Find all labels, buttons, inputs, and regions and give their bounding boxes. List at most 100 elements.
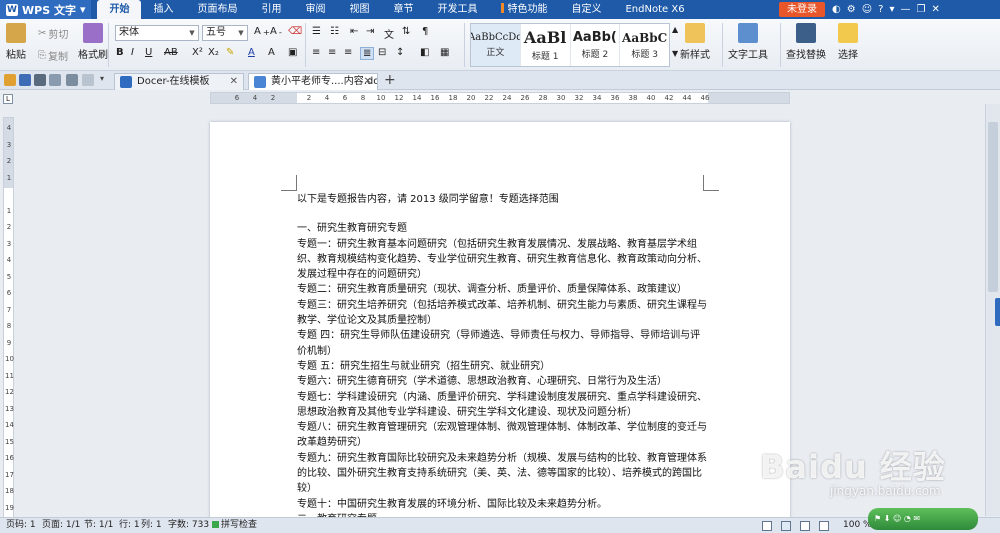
style-normal[interactable]: AaBbCcDd 正文 [471, 24, 521, 66]
web-view-icon[interactable] [819, 521, 829, 531]
justify-icon[interactable]: ≣ [360, 47, 375, 60]
restore-icon[interactable]: ❐ [916, 4, 925, 15]
open-folder-icon[interactable] [4, 74, 16, 86]
document-page[interactable]: 以下是专题报告内容，请 2013 级同学留意！专题选择范围 一、研究生教育研究专题… [210, 122, 790, 522]
paragraph[interactable]: 专题三：研究生培养研究（包括培养模式改革、培养机制、研究生能力与素质、研究生课程… [297, 298, 707, 329]
menu-tab[interactable]: 章节 [381, 0, 425, 19]
minimize-icon[interactable]: — [900, 4, 910, 15]
format-painter-button[interactable]: 格式刷 [78, 23, 108, 61]
fullscreen-icon[interactable] [762, 521, 772, 531]
paragraph[interactable]: 以下是专题报告内容，请 2013 级同学留意！专题选择范围 [297, 192, 707, 207]
scroll-thumb[interactable] [988, 122, 998, 292]
paragraph[interactable]: 专题二：研究生教育质量研究（现状、调查分析、质量评价、质量保障体系、政策建议） [297, 282, 707, 297]
paragraph[interactable]: 专题一：研究生教育基本问题研究（包括研究生教育发展情况、发展战略、教育基层学术组… [297, 237, 707, 283]
font-name-select[interactable]: 宋体 ▼ [115, 25, 199, 41]
strikethrough-button[interactable]: AB [164, 47, 178, 58]
align-center-icon[interactable]: ≡ [328, 47, 336, 58]
settings-icon[interactable]: ⚙ [847, 4, 856, 15]
underline-button[interactable]: U [145, 47, 152, 58]
superscript-button[interactable]: X² [192, 47, 203, 58]
horizontal-ruler[interactable]: 6 4 2 2 4 6 8 10 12 14 16 18 20 22 24 26 28 30 32 34 36 38 40 4… [210, 92, 790, 104]
clear-format-icon[interactable]: ⌫ [288, 26, 302, 37]
doc-tab-current[interactable]: 黄小平老师专....内容.doc ✕ [248, 73, 378, 90]
page-view-icon[interactable] [781, 521, 791, 531]
spell-check-toggle[interactable]: 拼写检查 [212, 518, 257, 533]
style-scroll-up-icon[interactable]: ▲ [672, 25, 678, 34]
paragraph[interactable]: 一、研究生教育研究专题 [297, 221, 707, 236]
redo-icon[interactable] [82, 74, 94, 86]
dropdown-icon[interactable]: ▾ [889, 4, 894, 15]
distributed-icon[interactable]: ⊟ [378, 47, 386, 58]
menu-tab[interactable]: 插入 [141, 0, 185, 19]
increase-indent-icon[interactable]: ⇥ [366, 26, 374, 37]
customize-toolbar-icon[interactable]: ▾ [100, 74, 112, 86]
shrink-font-button[interactable]: A- [270, 26, 282, 37]
style-heading-3[interactable]: AaBbC 标题 3 [620, 24, 669, 66]
close-tab-icon[interactable]: ✕ [364, 74, 372, 89]
line-spacing-icon[interactable]: ↕ [396, 47, 404, 58]
bullets-icon[interactable]: ☰ [312, 26, 321, 37]
align-right-icon[interactable]: ≡ [344, 47, 352, 58]
cut-button[interactable]: ✂ 剪切 [38, 26, 68, 41]
paragraph[interactable]: 专题七：学科建设研究（内涵、质量评价研究、学科建设制度发展研究、重点学科建设研究… [297, 390, 707, 421]
menu-tab[interactable]: 审阅 [293, 0, 337, 19]
close-icon[interactable]: ✕ [931, 4, 939, 15]
document-body[interactable]: 以下是专题报告内容，请 2013 级同学留意！专题选择范围 一、研究生教育研究专题… [297, 192, 707, 522]
undo-icon[interactable] [66, 74, 78, 86]
copy-button[interactable]: ⎘ 复制 [38, 48, 68, 63]
print-icon[interactable] [34, 74, 46, 86]
paragraph[interactable]: 专题 五：研究生招生与就业研究（招生研究、就业研究） [297, 359, 707, 374]
menu-tab[interactable]: EndNote X6 [613, 0, 696, 19]
paragraph[interactable]: 专题六：研究生德育研究（学术道德、思想政治教育、心理研究、日常行为及生活） [297, 374, 707, 389]
doc-tab-docer[interactable]: Docer-在线模板 ✕ [114, 73, 244, 90]
font-size-select[interactable]: 五号 ▼ [202, 25, 248, 41]
tab-stop-selector[interactable]: L [3, 94, 13, 104]
skin-icon[interactable]: ◐ [832, 4, 841, 15]
show-marks-icon[interactable]: ¶ [422, 26, 428, 37]
menu-tab[interactable]: 页面布局 [185, 0, 249, 19]
paragraph[interactable]: 专题十：中国研究生教育发展的环境分析、国际比较及未来趋势分析。 [297, 497, 707, 512]
menu-tab[interactable]: 视图 [337, 0, 381, 19]
text-tools-button[interactable]: 文字工具 [728, 23, 768, 61]
style-scroll-down-icon[interactable]: ▼ [672, 49, 678, 58]
italic-button[interactable]: I [131, 47, 134, 58]
borders-icon[interactable]: ▦ [440, 47, 449, 58]
menu-tab[interactable]: 特色功能 [489, 0, 559, 19]
menu-tab[interactable]: 引用 [249, 0, 293, 19]
print-preview-icon[interactable] [49, 74, 61, 86]
style-heading-1[interactable]: AaBl 标题 1 [521, 24, 571, 66]
close-tab-icon[interactable]: ✕ [230, 74, 238, 89]
shading-icon[interactable]: ◧ [420, 47, 429, 58]
subscript-button[interactable]: X₂ [208, 47, 219, 58]
decrease-indent-icon[interactable]: ⇤ [350, 26, 358, 37]
menu-tab[interactable]: 开始 [97, 0, 142, 19]
login-button[interactable]: 未登录 [779, 2, 825, 17]
menu-tab[interactable]: 自定义 [559, 0, 613, 19]
app-menu-button[interactable]: W WPS 文字 ▾ [0, 0, 92, 19]
paragraph[interactable]: 专题 四：研究生导师队伍建设研究（导师遴选、导师责任与权力、导师指导、导师培训与… [297, 328, 707, 359]
side-panel-handle[interactable] [995, 298, 1000, 326]
new-style-button[interactable]: 新样式 [680, 23, 710, 61]
paragraph[interactable]: 专题九：研究生教育国际比较研究及未来趋势分析（规模、发展与结构的比较、教育管理体… [297, 451, 707, 497]
style-heading-2[interactable]: AaBb( 标题 2 [571, 24, 621, 66]
outline-view-icon[interactable] [800, 521, 810, 531]
numbering-icon[interactable]: ☷ [330, 26, 339, 37]
bold-button[interactable]: B [116, 47, 124, 58]
font-color-button[interactable]: A [248, 47, 255, 58]
char-border-icon[interactable]: ▣ [288, 47, 297, 58]
floating-assistant-widget[interactable]: ⚑ ⬇ ☺ ◔ ✉ [868, 508, 978, 530]
paragraph[interactable]: 专题八：研究生教育管理研究（宏观管理体制、微观管理体制、体制改革、学位制度的变迁… [297, 420, 707, 451]
save-icon[interactable] [19, 74, 31, 86]
status-word-count[interactable]: 字数: 733 [168, 518, 209, 533]
share-icon[interactable]: ☺ [862, 4, 872, 15]
paste-button[interactable]: 粘贴 [6, 23, 26, 61]
help-icon[interactable]: ? [878, 4, 883, 15]
find-replace-button[interactable]: 查找替换 [786, 23, 826, 61]
align-left-icon[interactable]: ≡ [312, 47, 320, 58]
menu-tab[interactable]: 开发工具 [425, 0, 489, 19]
vertical-ruler[interactable]: 4 3 2 1 1 2 3 4 5 6 7 8 9 10 11 12 13 14 15 16 17 18 19 [3, 117, 14, 521]
new-tab-button[interactable]: + [384, 72, 396, 88]
chinese-layout-icon[interactable]: 文 [384, 26, 394, 41]
select-button[interactable]: 选择 [838, 23, 858, 61]
grow-font-button[interactable]: A + [254, 26, 270, 37]
